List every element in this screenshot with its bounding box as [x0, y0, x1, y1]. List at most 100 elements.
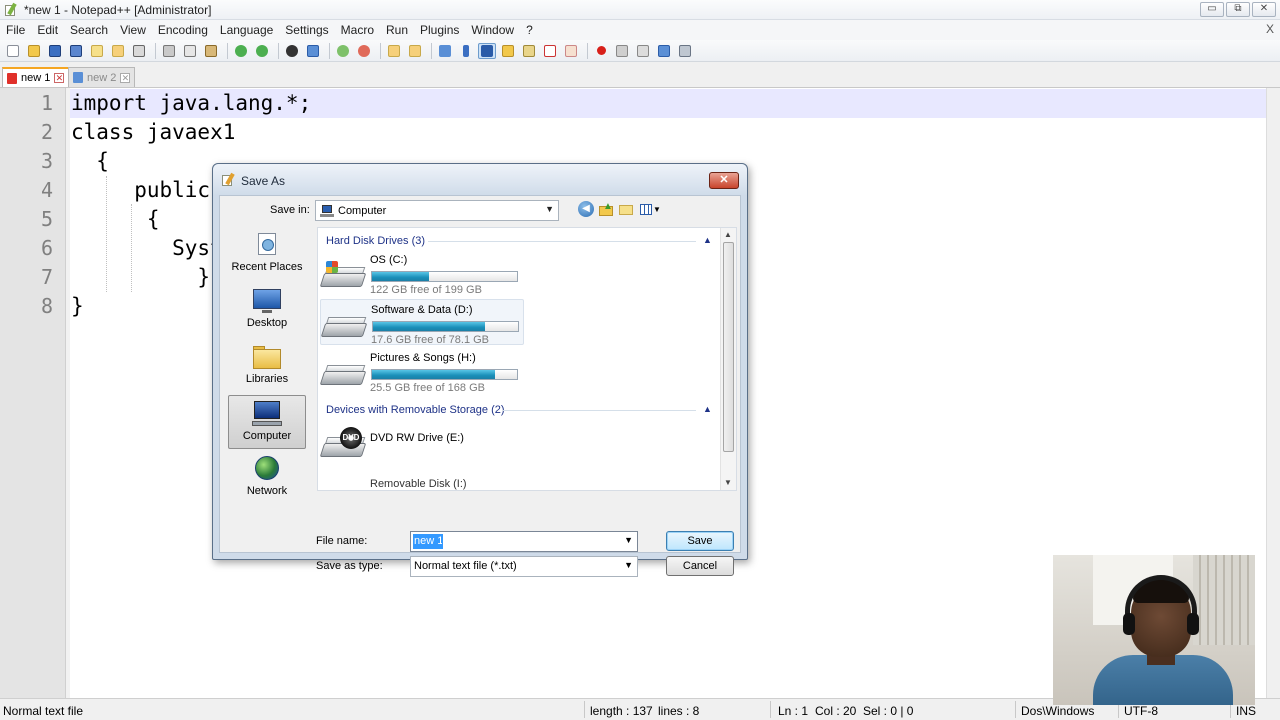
dialog-title-bar[interactable]: Save As ✕ [213, 164, 747, 196]
code-line[interactable]: Syst [71, 236, 223, 260]
place-desktop[interactable]: Desktop [228, 283, 306, 337]
record-macro-icon[interactable] [592, 43, 610, 59]
function-list-icon[interactable] [541, 43, 559, 59]
hard-drive-icon [320, 313, 368, 341]
file-list[interactable]: Hard Disk Drives (3) ▲ OS (C:) 122 GB fr… [317, 227, 737, 491]
place-computer[interactable]: Computer [228, 395, 306, 449]
file-name-combo[interactable]: ▼ [410, 531, 638, 552]
chevron-down-icon[interactable]: ▼ [624, 535, 633, 545]
code-line[interactable]: public [71, 178, 210, 202]
save-macro-icon[interactable] [676, 43, 694, 59]
menu-help[interactable]: ? [520, 23, 539, 37]
place-network[interactable]: Network [228, 451, 306, 505]
new-folder-icon[interactable] [619, 202, 635, 216]
menu-view[interactable]: View [114, 23, 152, 37]
cut-icon[interactable] [160, 43, 178, 59]
find-icon[interactable] [283, 43, 301, 59]
fold-margin[interactable] [66, 88, 70, 698]
undo-icon[interactable] [232, 43, 250, 59]
cancel-button[interactable]: Cancel [666, 556, 734, 576]
back-icon[interactable]: ◀ [578, 201, 594, 217]
open-file-icon[interactable] [25, 43, 43, 59]
menu-search[interactable]: Search [64, 23, 114, 37]
status-length: length : 137 [590, 704, 653, 718]
close-tab-icon[interactable]: ✕ [54, 73, 65, 83]
drive-name: OS (C:) [370, 254, 408, 266]
code-line[interactable]: } [71, 265, 210, 289]
scroll-up-icon[interactable]: ▲ [724, 230, 732, 239]
sync-vertical-icon[interactable] [385, 43, 403, 59]
place-libraries[interactable]: Libraries [228, 339, 306, 393]
paste-icon[interactable] [202, 43, 220, 59]
status-eol[interactable]: Dos\Windows [1021, 704, 1094, 718]
close-document-button[interactable]: X [1266, 22, 1274, 36]
copy-icon[interactable] [181, 43, 199, 59]
save-icon[interactable] [46, 43, 64, 59]
up-folder-icon[interactable]: ▲ [599, 201, 614, 217]
menu-settings[interactable]: Settings [279, 23, 334, 37]
document-map-icon[interactable] [520, 43, 538, 59]
save-in-dropdown[interactable]: Computer ▼ [315, 200, 559, 221]
sync-horizontal-icon[interactable] [406, 43, 424, 59]
line-number: 2 [40, 120, 53, 144]
drive-name: DVD RW Drive (E:) [370, 432, 464, 444]
view-menu-icon[interactable]: ▼ [640, 202, 662, 216]
word-wrap-icon[interactable] [436, 43, 454, 59]
code-line[interactable]: import java.lang.*; [71, 91, 311, 115]
menu-macro[interactable]: Macro [335, 23, 380, 37]
tab-new-1[interactable]: new 1 ✕ [2, 67, 70, 87]
close-window-button[interactable]: ✕ [1252, 2, 1276, 17]
drive-item-e[interactable]: DVD DVD RW Drive (E:) [319, 420, 524, 466]
show-all-chars-icon[interactable] [457, 43, 475, 59]
close-all-icon[interactable] [109, 43, 127, 59]
collapse-group-icon[interactable]: ▲ [703, 404, 712, 414]
tab-new-2[interactable]: new 2 ✕ [68, 67, 136, 87]
menu-encoding[interactable]: Encoding [152, 23, 214, 37]
scroll-thumb[interactable] [723, 242, 734, 452]
place-recent-places[interactable]: Recent Places [228, 227, 306, 281]
code-line[interactable]: { [71, 207, 160, 231]
collapse-group-icon[interactable]: ▲ [703, 235, 712, 245]
menu-plugins[interactable]: Plugins [414, 23, 465, 37]
group-header-removable-storage[interactable]: Devices with Removable Storage (2) [326, 404, 505, 416]
save-as-type-dropdown[interactable]: Normal text file (*.txt) ▼ [410, 556, 638, 577]
play-macro-icon[interactable] [634, 43, 652, 59]
code-line[interactable]: { [71, 149, 109, 173]
close-tab-icon[interactable]: ✕ [120, 72, 131, 83]
code-line[interactable]: } [71, 294, 84, 318]
drive-item-h[interactable]: Pictures & Songs (H:) 25.5 GB free of 16… [319, 348, 524, 394]
run-macro-multiple-icon[interactable] [655, 43, 673, 59]
drive-item-d[interactable]: Software & Data (D:) 17.6 GB free of 78.… [320, 299, 524, 346]
close-icon[interactable] [88, 43, 106, 59]
zoom-in-icon[interactable] [334, 43, 352, 59]
drive-item-i[interactable]: Removable Disk (I:) [320, 472, 524, 490]
indent-guide-icon[interactable] [478, 42, 496, 59]
menu-language[interactable]: Language [214, 23, 279, 37]
menu-run[interactable]: Run [380, 23, 414, 37]
scroll-down-icon[interactable]: ▼ [724, 478, 732, 487]
menu-file[interactable]: File [0, 23, 31, 37]
save-as-icon [222, 172, 236, 187]
minimize-button[interactable]: ▭ [1200, 2, 1224, 17]
file-name-input[interactable] [413, 534, 443, 549]
restore-button[interactable]: ⧉ [1226, 2, 1250, 17]
print-icon[interactable] [130, 43, 148, 59]
file-list-scrollbar[interactable]: ▲ ▼ [720, 228, 736, 490]
windows-drive-icon [319, 261, 367, 291]
save-all-icon[interactable] [67, 43, 85, 59]
redo-icon[interactable] [253, 43, 271, 59]
editor-scrollbar[interactable] [1266, 88, 1280, 698]
code-line[interactable]: class javaex1 [71, 120, 235, 144]
menu-window[interactable]: Window [465, 23, 520, 37]
folder-as-workspace-icon[interactable] [562, 43, 580, 59]
dialog-close-button[interactable]: ✕ [709, 172, 739, 189]
user-language-icon[interactable] [499, 43, 517, 59]
drive-item-c[interactable]: OS (C:) 122 GB free of 199 GB [319, 250, 524, 296]
group-header-hard-disk-drives[interactable]: Hard Disk Drives (3) [326, 235, 425, 247]
menu-edit[interactable]: Edit [31, 23, 64, 37]
save-button[interactable]: Save [666, 531, 734, 551]
stop-macro-icon[interactable] [613, 43, 631, 59]
new-file-icon[interactable] [4, 43, 22, 59]
replace-icon[interactable] [304, 43, 322, 59]
zoom-out-icon[interactable] [355, 43, 373, 59]
